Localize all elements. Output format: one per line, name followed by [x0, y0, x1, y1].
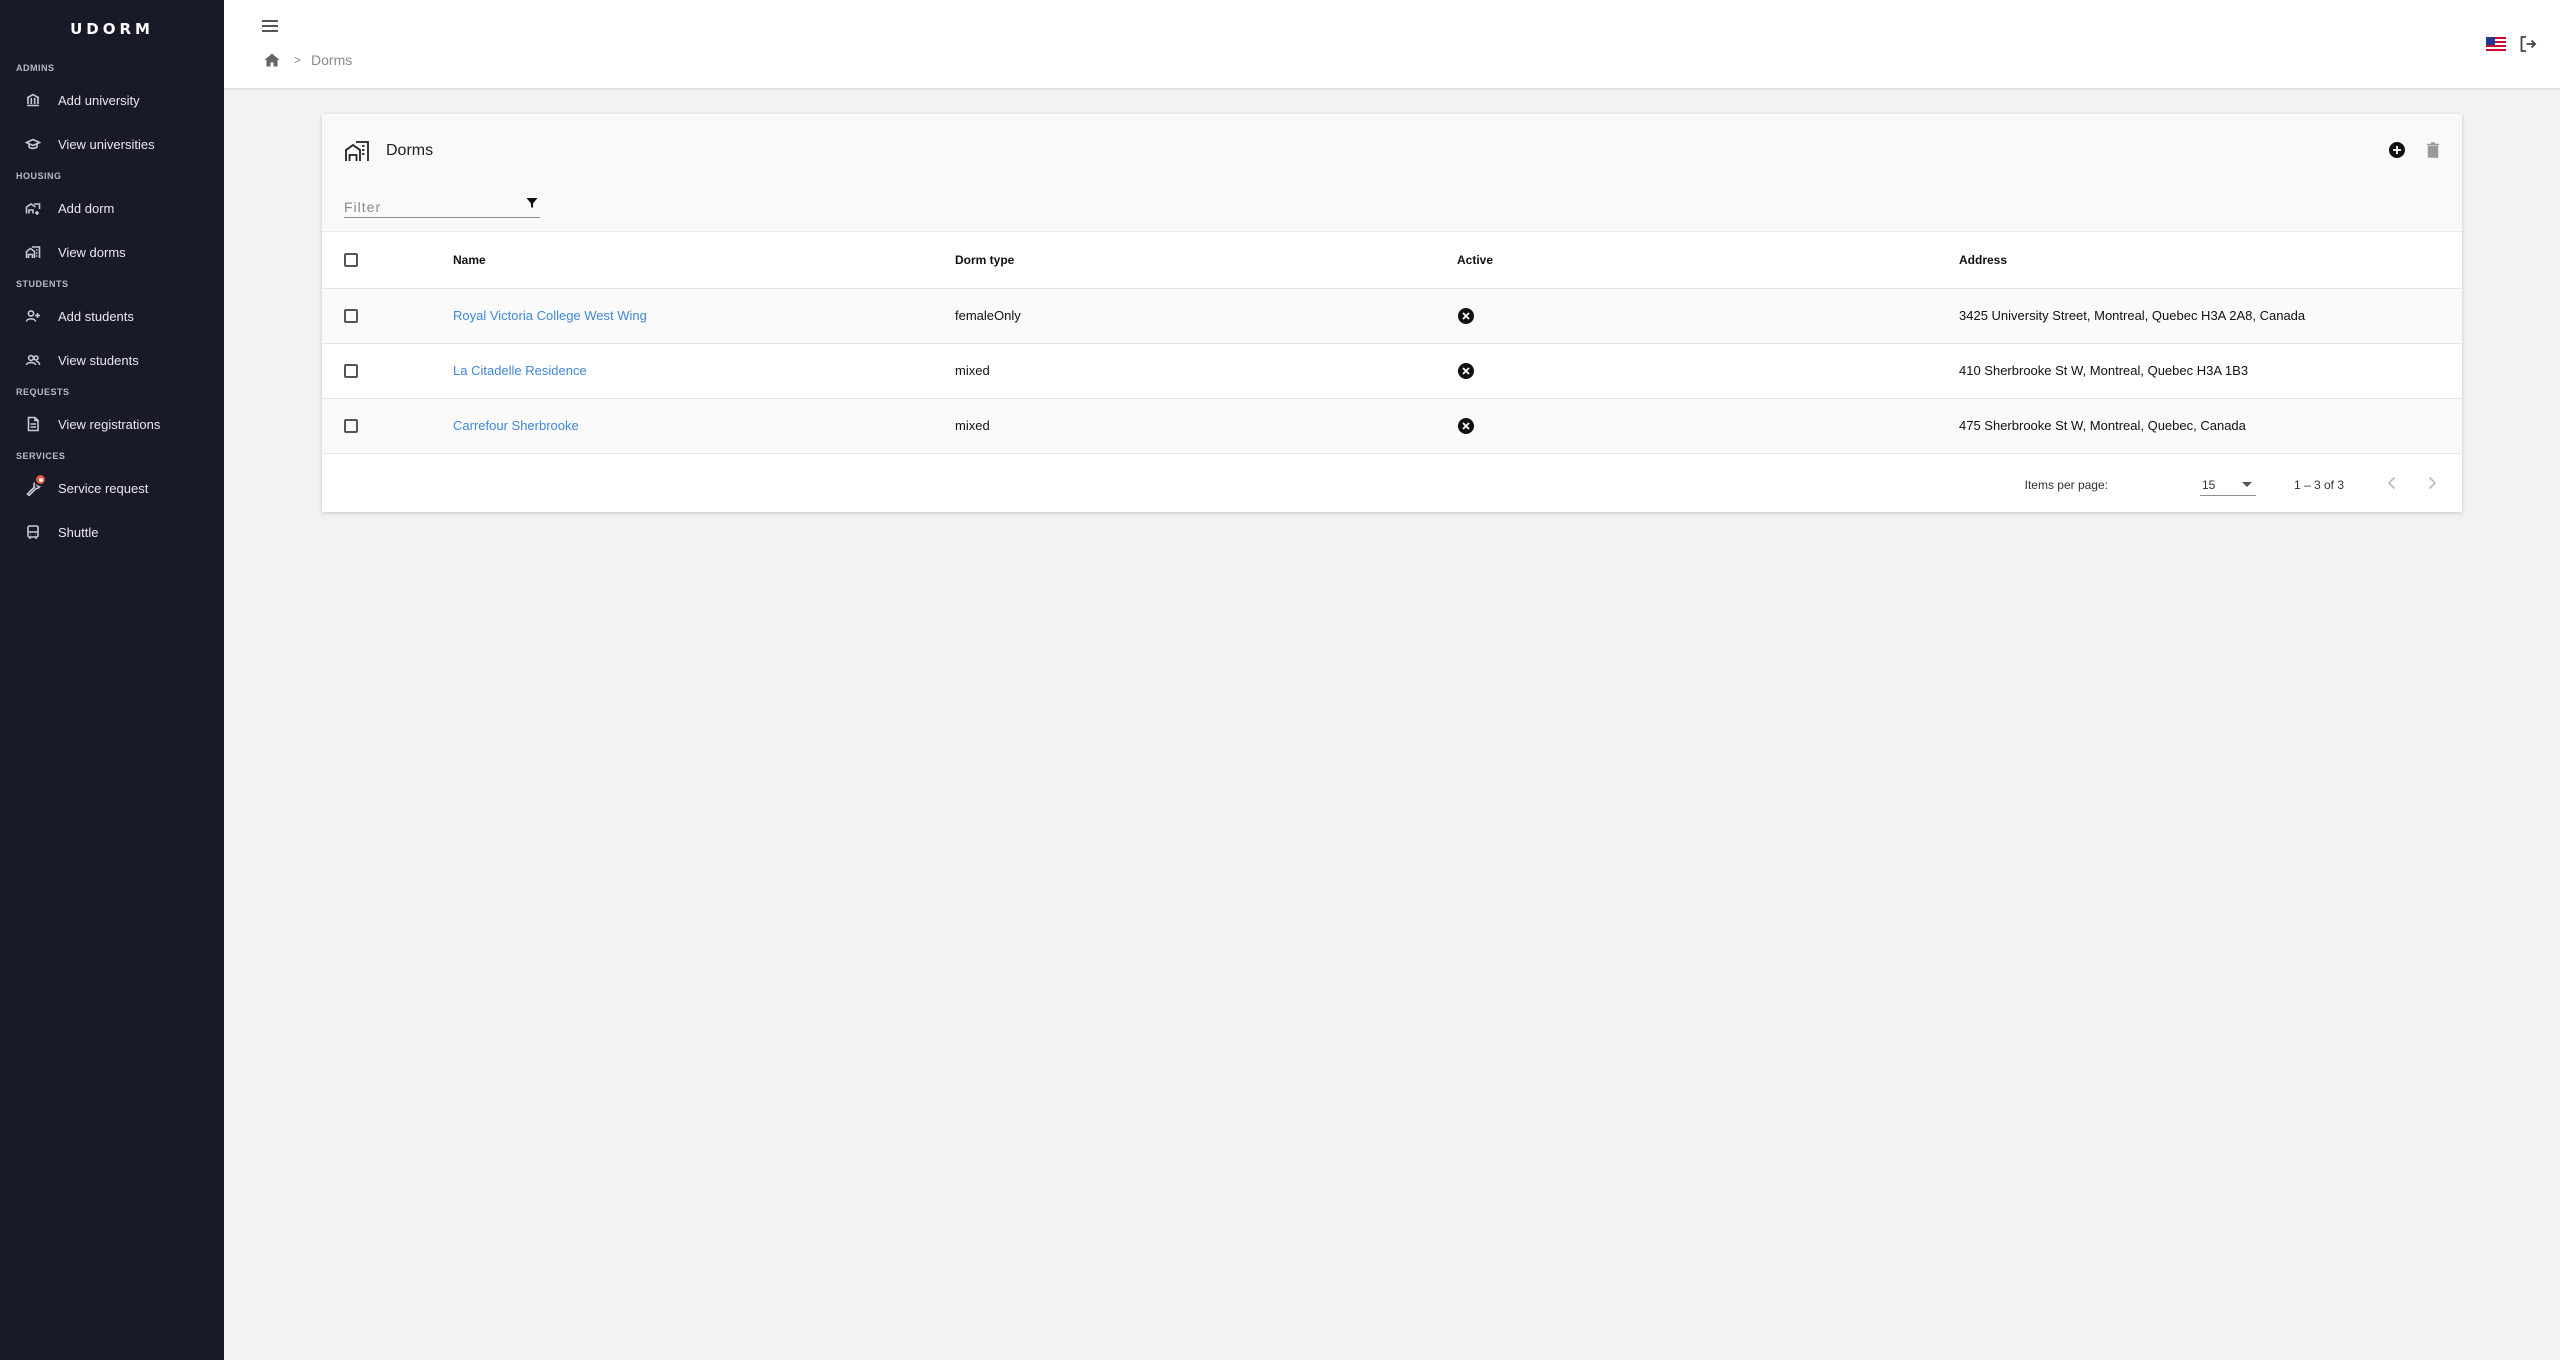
- table-header-row: Name Dorm type Active Address: [322, 232, 2462, 289]
- breadcrumb-separator: >: [294, 53, 302, 67]
- address-cell: 475 Sherbrooke St W, Montreal, Quebec, C…: [1959, 398, 2462, 454]
- address-cell: 3425 University Street, Montreal, Quebec…: [1959, 288, 2462, 344]
- items-per-page-select[interactable]: 15: [2200, 472, 2256, 496]
- chevron-down-icon: [2242, 482, 2252, 487]
- sidebar-item-view-registrations[interactable]: View registrations: [0, 402, 224, 446]
- add-building-icon: [24, 199, 42, 217]
- breadcrumb: > Dorms: [264, 52, 352, 68]
- section-title-students: STUDENTS: [16, 279, 69, 289]
- sidebar-item-add-students[interactable]: Add students: [0, 294, 224, 338]
- sidebar-item-view-dorms[interactable]: View dorms: [0, 230, 224, 274]
- table-row: Carrefour Sherbrooke mixed 475 Sherbrook…: [322, 398, 2462, 454]
- dorm-type-cell: mixed: [955, 343, 1457, 399]
- users-icon: [24, 351, 42, 369]
- inactive-icon: [1458, 417, 1474, 434]
- column-header-dorm-type[interactable]: Dorm type: [955, 232, 1457, 289]
- buildings-icon: [24, 243, 42, 261]
- top-header: > Dorms: [224, 0, 2560, 88]
- add-dorm-button[interactable]: [2388, 141, 2406, 159]
- select-all-checkbox[interactable]: [344, 253, 358, 268]
- us-flag-icon[interactable]: [2486, 37, 2506, 51]
- previous-page-button[interactable]: [2382, 473, 2402, 493]
- dorms-table: Name Dorm type Active Address Royal Vict…: [322, 232, 2462, 454]
- sidebar-item-shuttle[interactable]: Shuttle: [0, 510, 224, 554]
- sidebar-item-view-universities[interactable]: View universities: [0, 122, 224, 166]
- page-range: 1 – 3 of 3: [2293, 478, 2344, 492]
- sidebar-item-label: View universities: [58, 136, 155, 152]
- sidebar-item-label: Shuttle: [58, 524, 99, 540]
- row-checkbox[interactable]: [344, 364, 358, 379]
- row-checkbox[interactable]: [344, 309, 358, 324]
- row-checkbox[interactable]: [344, 419, 358, 434]
- dorm-name-link[interactable]: La Citadelle Residence: [453, 363, 587, 378]
- inactive-icon: [1458, 307, 1474, 324]
- breadcrumb-current: Dorms: [311, 52, 353, 68]
- sidebar-item-add-dorm[interactable]: Add dorm: [0, 186, 224, 230]
- address-cell: 410 Sherbrooke St W, Montreal, Quebec H3…: [1959, 343, 2462, 399]
- dorm-name-link[interactable]: Royal Victoria College West Wing: [453, 308, 647, 323]
- filter-input[interactable]: Filter: [344, 192, 540, 218]
- section-title-services: SERVICES: [16, 451, 66, 461]
- card-header: Dorms Filter: [322, 114, 2462, 232]
- graduation-cap-icon: [24, 135, 42, 153]
- notification-badge: [34, 473, 47, 486]
- column-header-name[interactable]: Name: [453, 232, 955, 289]
- brand-logo: UDORM: [70, 20, 154, 38]
- logout-icon[interactable]: [2518, 34, 2538, 54]
- items-per-page-value: 15: [2202, 478, 2216, 492]
- column-header-active[interactable]: Active: [1457, 232, 1959, 289]
- sidebar-item-label: View registrations: [58, 416, 161, 432]
- sidebar-item-label: View dorms: [58, 244, 126, 260]
- items-per-page-label: Items per page:: [2024, 478, 2108, 492]
- sidebar-item-label: View students: [58, 352, 139, 368]
- sidebar-item-add-university[interactable]: Add university: [0, 78, 224, 122]
- dorm-type-cell: femaleOnly: [955, 288, 1457, 344]
- next-page-button[interactable]: [2422, 473, 2442, 493]
- table-row: Royal Victoria College West Wing femaleO…: [322, 288, 2462, 344]
- dorm-type-cell: mixed: [955, 398, 1457, 454]
- document-icon: [24, 415, 42, 433]
- bus-icon: [24, 523, 42, 541]
- bank-icon: [24, 91, 42, 109]
- section-title-requests: REQUESTS: [16, 387, 70, 397]
- delete-button[interactable]: [2424, 141, 2442, 159]
- filter-icon: [526, 198, 538, 208]
- section-title-admins: ADMINS: [16, 63, 55, 73]
- sidebar-item-label: Service request: [58, 480, 149, 496]
- sidebar-item-label: Add university: [58, 92, 140, 108]
- filter-placeholder: Filter: [344, 199, 382, 215]
- home-icon[interactable]: [264, 53, 280, 67]
- section-title-housing: HOUSING: [16, 171, 62, 181]
- sidebar-item-label: Add students: [58, 308, 134, 324]
- sidebar: UDORM ADMINS Add university View univers…: [0, 0, 224, 1360]
- dorm-name-link[interactable]: Carrefour Sherbrooke: [453, 418, 579, 433]
- card-title: Dorms: [344, 138, 433, 164]
- column-header-address[interactable]: Address: [1959, 232, 2462, 289]
- menu-toggle-icon[interactable]: [260, 17, 280, 37]
- sidebar-item-label: Add dorm: [58, 200, 115, 216]
- buildings-icon: [345, 141, 369, 161]
- table-row: La Citadelle Residence mixed 410 Sherbro…: [322, 343, 2462, 399]
- paginator: Items per page: 15 1 – 3 of 3: [322, 456, 2462, 512]
- card-title-text: Dorms: [386, 142, 434, 159]
- sidebar-item-service-request[interactable]: Service request: [0, 466, 224, 510]
- sidebar-item-view-students[interactable]: View students: [0, 338, 224, 382]
- add-user-icon: [24, 307, 42, 325]
- inactive-icon: [1458, 362, 1474, 379]
- dorms-card: Dorms Filter Name Dorm type Active Addre…: [322, 114, 2462, 512]
